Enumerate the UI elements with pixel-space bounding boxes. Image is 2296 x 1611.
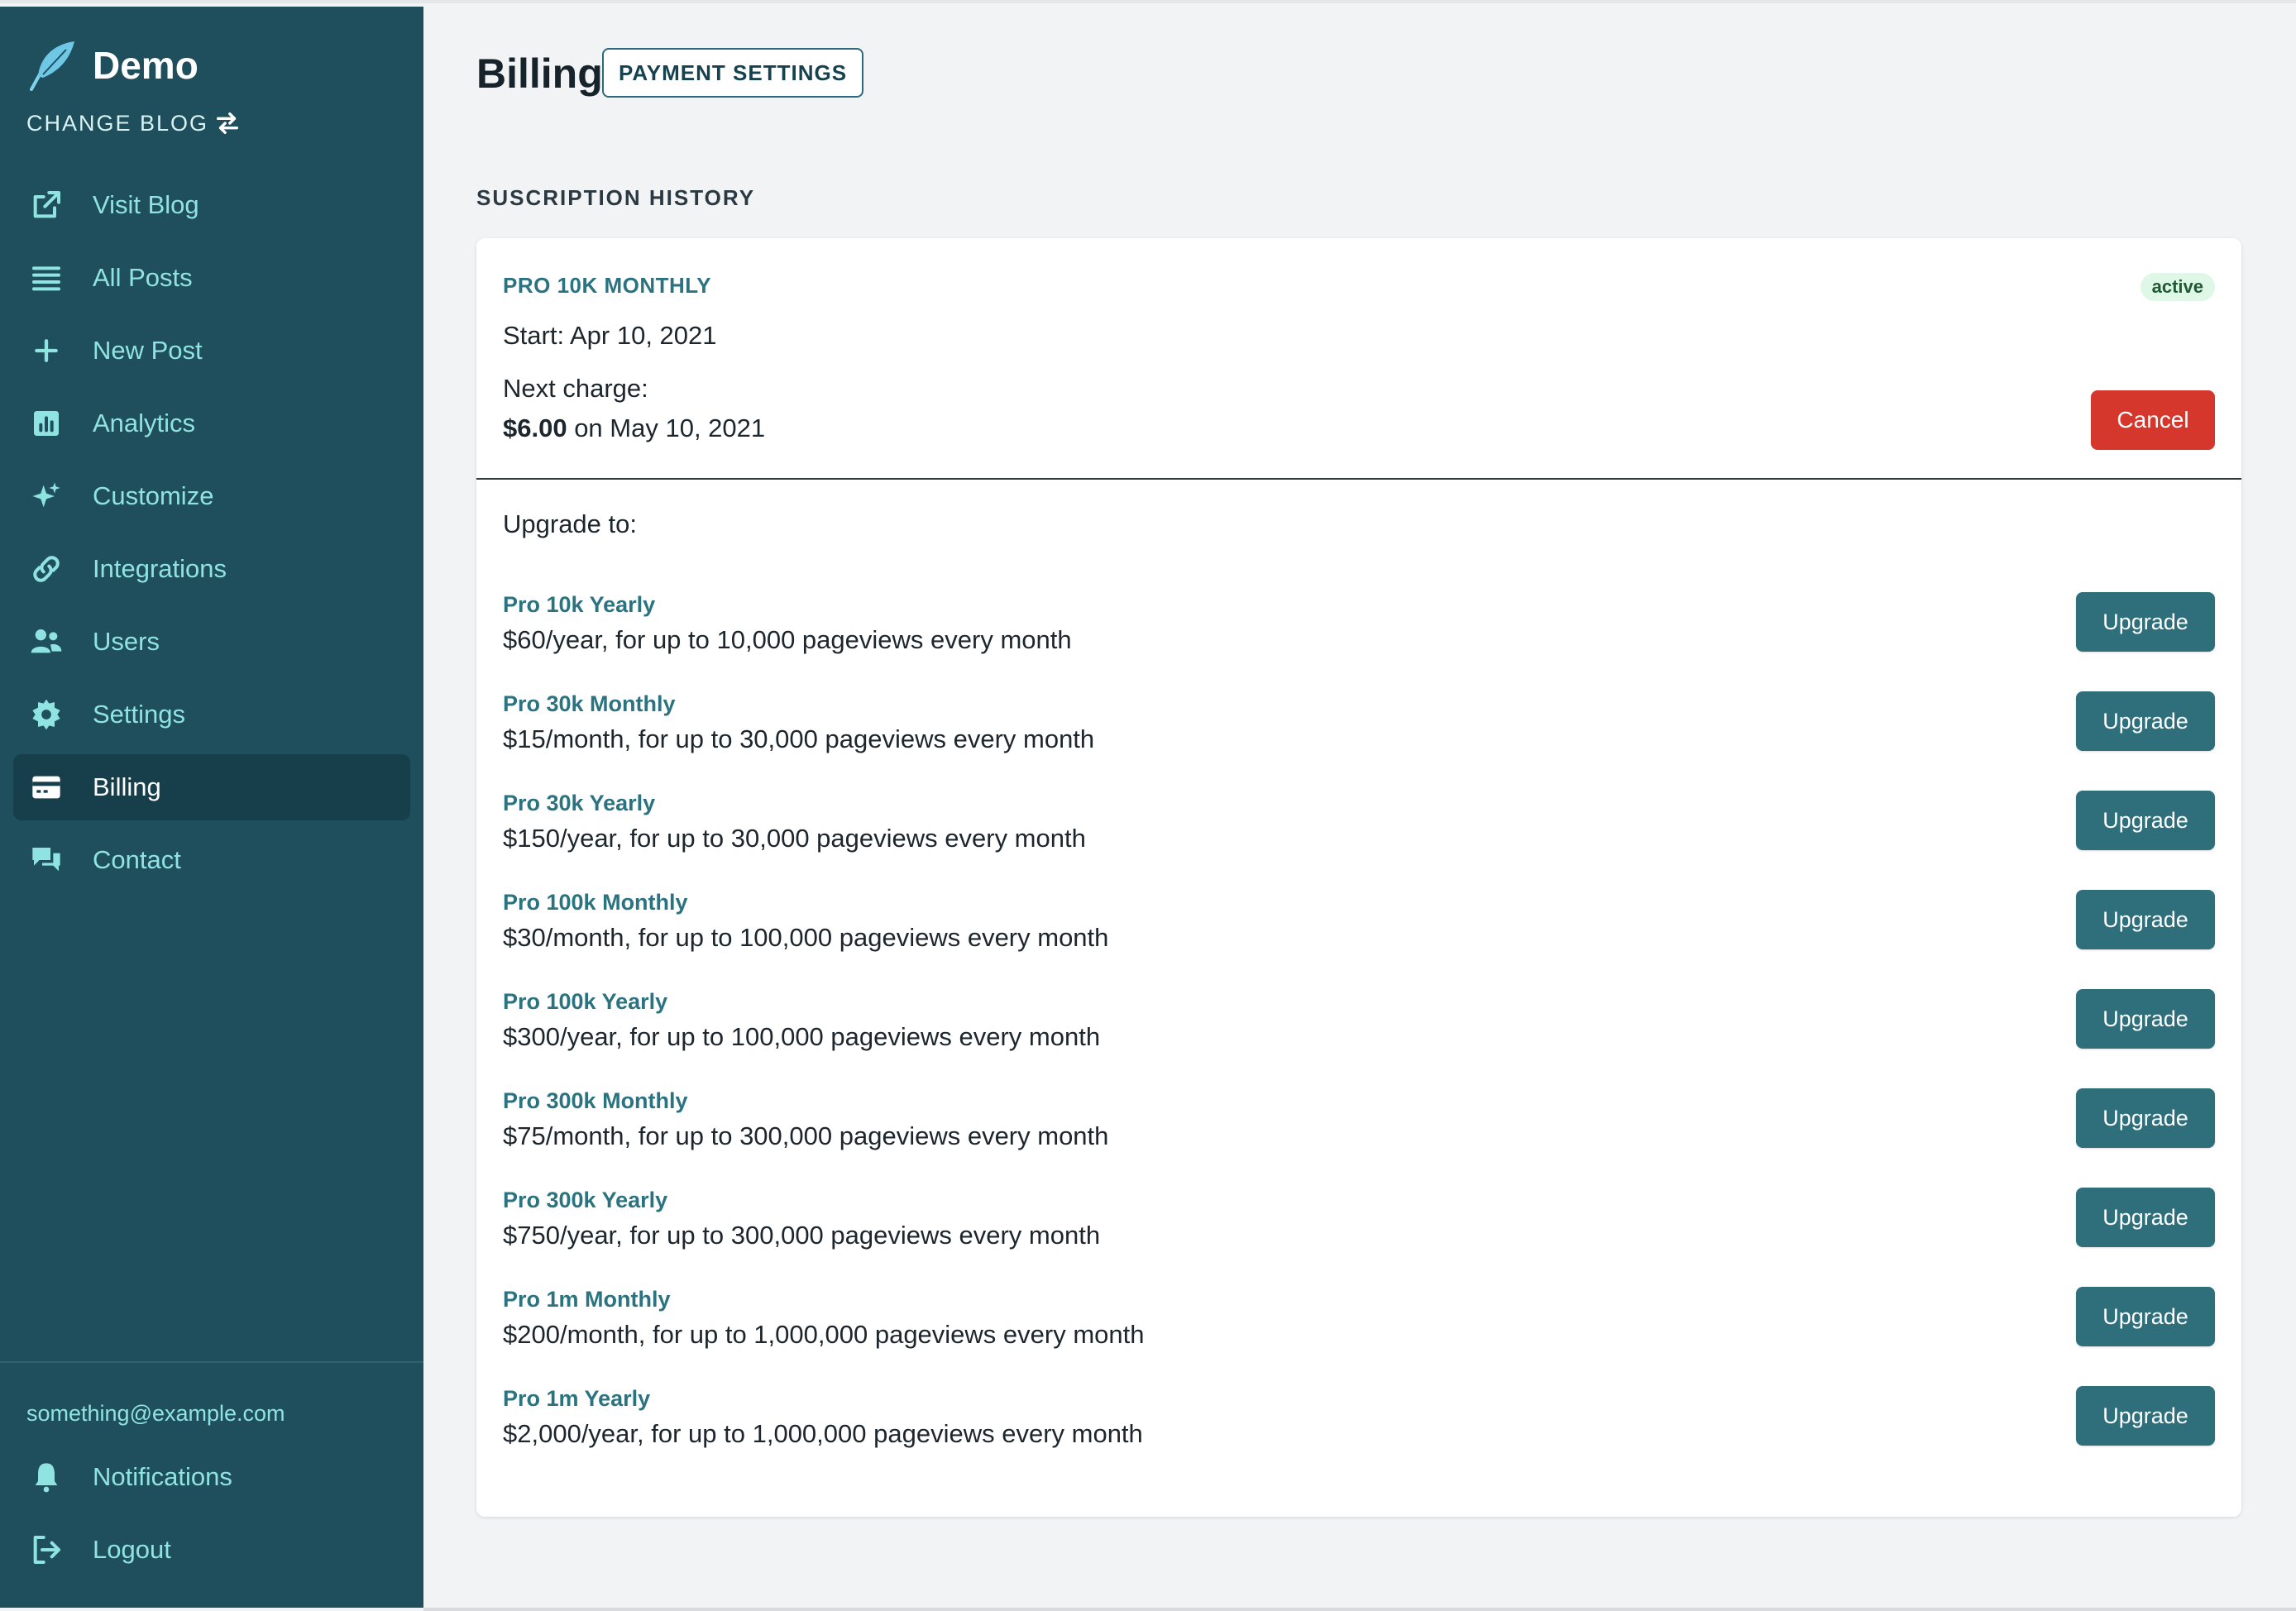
list-icon	[28, 260, 65, 296]
sidebar-item-label: Logout	[93, 1535, 171, 1564]
plan-description: $60/year, for up to 10,000 pageviews eve…	[503, 625, 1072, 654]
change-blog-label: CHANGE BLOG	[26, 110, 209, 136]
user-email: something@example.com	[26, 1401, 285, 1426]
plan-description: $2,000/year, for up to 1,000,000 pagevie…	[503, 1419, 1143, 1448]
sidebar-item-integrations[interactable]: Integrations	[13, 536, 410, 602]
sidebar-item-analytics[interactable]: Analytics	[13, 390, 410, 457]
plan-name: Pro 1m Yearly	[503, 1386, 651, 1411]
plan-name: Pro 30k Yearly	[503, 791, 656, 815]
sidebar-item-settings[interactable]: Settings	[13, 681, 410, 748]
plan-description: $300/year, for up to 100,000 pageviews e…	[503, 1022, 1101, 1051]
sidebar-item-visit-blog[interactable]: Visit Blog	[13, 172, 410, 238]
sidebar-item-logout[interactable]: Logout	[13, 1517, 410, 1583]
upgrade-button[interactable]: Upgrade	[2076, 890, 2215, 949]
plan-description: $750/year, for up to 300,000 pageviews e…	[503, 1221, 1101, 1250]
sidebar-item-label: Contact	[93, 845, 181, 874]
sidebar-item-notifications[interactable]: Notifications	[13, 1444, 410, 1510]
sidebar-item-all-posts[interactable]: All Posts	[13, 245, 410, 311]
plan-option: Pro 10k Yearly $60/year, for up to 10,00…	[503, 592, 2215, 658]
upgrade-button[interactable]: Upgrade	[2076, 691, 2215, 751]
sidebar-divider	[0, 1361, 423, 1363]
upgrade-to-label: Upgrade to:	[503, 509, 637, 538]
upgrade-button[interactable]: Upgrade	[2076, 791, 2215, 850]
sidebar-item-label: All Posts	[93, 263, 193, 292]
cancel-subscription-button[interactable]: Cancel	[2091, 390, 2215, 450]
plan-name: Pro 100k Yearly	[503, 989, 668, 1014]
page-title: Billing	[476, 50, 603, 97]
sidebar-item-label: Notifications	[93, 1462, 232, 1491]
plan-description: $150/year, for up to 30,000 pageviews ev…	[503, 824, 1086, 853]
upgrade-button[interactable]: Upgrade	[2076, 592, 2215, 652]
plan-description: $200/month, for up to 1,000,000 pageview…	[503, 1320, 1145, 1349]
plan-option: Pro 30k Yearly $150/year, for up to 30,0…	[503, 791, 2215, 857]
payment-settings-button[interactable]: PAYMENT SETTINGS	[602, 48, 864, 98]
subscription-history-heading: SUSCRIPTION HISTORY	[476, 185, 756, 210]
plan-description: $15/month, for up to 30,000 pageviews ev…	[503, 724, 1095, 753]
start-date: Start: Apr 10, 2021	[503, 321, 717, 350]
sidebar-item-users[interactable]: Users	[13, 609, 410, 675]
app-window: Demo CHANGE BLOG Visit Blog All Posts Ne…	[0, 0, 2296, 1611]
upgrade-button[interactable]: Upgrade	[2076, 989, 2215, 1049]
sidebar-item-billing[interactable]: Billing	[13, 754, 410, 820]
gear-icon	[28, 696, 65, 733]
sidebar-item-label: Customize	[93, 481, 214, 510]
sidebar-item-label: Visit Blog	[93, 190, 199, 219]
plan-name: Pro 100k Monthly	[503, 890, 688, 915]
plan-name: Pro 300k Monthly	[503, 1088, 688, 1113]
users-icon	[28, 624, 65, 660]
sidebar-item-contact[interactable]: Contact	[13, 827, 410, 893]
sidebar: Demo CHANGE BLOG Visit Blog All Posts Ne…	[0, 7, 423, 1608]
sidebar-item-label: Integrations	[93, 554, 227, 583]
logout-icon	[28, 1532, 65, 1568]
card-divider	[476, 478, 2241, 480]
next-charge-label: Next charge:	[503, 374, 648, 403]
sparkles-icon	[28, 478, 65, 514]
upgrade-button[interactable]: Upgrade	[2076, 1088, 2215, 1148]
plan-option: Pro 1m Monthly $200/month, for up to 1,0…	[503, 1287, 2215, 1353]
sidebar-item-label: Analytics	[93, 409, 196, 437]
plan-option: Pro 30k Monthly $15/month, for up to 30,…	[503, 691, 2215, 758]
main-content: Billing PAYMENT SETTINGS SUSCRIPTION HIS…	[423, 7, 2296, 1608]
upgrade-button[interactable]: Upgrade	[2076, 1188, 2215, 1247]
brand-name: Demo	[93, 44, 199, 87]
link-icon	[28, 551, 65, 587]
swap-arrows-icon	[217, 112, 239, 135]
brand[interactable]: Demo	[26, 38, 199, 93]
plan-option: Pro 300k Yearly $750/year, for up to 300…	[503, 1188, 2215, 1254]
upgrade-button[interactable]: Upgrade	[2076, 1386, 2215, 1446]
plan-name: Pro 30k Monthly	[503, 691, 676, 716]
next-charge-amount: $6.00	[503, 414, 567, 442]
credit-card-icon	[28, 769, 65, 806]
current-plan-title: PRO 10K MONTHLY	[503, 273, 712, 298]
plan-option: Pro 1m Yearly $2,000/year, for up to 1,0…	[503, 1386, 2215, 1452]
plan-option: Pro 100k Yearly $300/year, for up to 100…	[503, 989, 2215, 1055]
sidebar-item-label: Settings	[93, 700, 186, 729]
sidebar-item-new-post[interactable]: New Post	[13, 318, 410, 384]
sidebar-item-label: Users	[93, 627, 160, 656]
feather-logo-icon	[30, 41, 74, 91]
chat-icon	[28, 842, 65, 878]
external-link-icon	[28, 187, 65, 223]
bell-icon	[28, 1459, 65, 1495]
plan-name: Pro 1m Monthly	[503, 1287, 671, 1312]
sidebar-item-label: New Post	[93, 336, 203, 365]
plan-option: Pro 300k Monthly $75/month, for up to 30…	[503, 1088, 2215, 1154]
plan-option: Pro 100k Monthly $30/month, for up to 10…	[503, 890, 2215, 956]
plan-description: $75/month, for up to 300,000 pageviews e…	[503, 1121, 1109, 1150]
plan-description: $30/month, for up to 100,000 pageviews e…	[503, 923, 1109, 952]
plan-name: Pro 10k Yearly	[503, 592, 656, 617]
next-charge-value: $6.00 on May 10, 2021	[503, 414, 765, 443]
next-charge-date: on May 10, 2021	[567, 414, 766, 442]
plus-icon	[28, 332, 65, 369]
status-badge: active	[2140, 273, 2215, 301]
upgrade-button[interactable]: Upgrade	[2076, 1287, 2215, 1346]
plan-name: Pro 300k Yearly	[503, 1188, 668, 1212]
chart-icon	[28, 405, 65, 442]
sidebar-item-label: Billing	[93, 772, 161, 801]
sidebar-item-customize[interactable]: Customize	[13, 463, 410, 529]
change-blog-link[interactable]: CHANGE BLOG	[26, 109, 242, 137]
subscription-card: PRO 10K MONTHLY active Start: Apr 10, 20…	[476, 238, 2241, 1517]
window-bottom-edge	[423, 1608, 2296, 1611]
